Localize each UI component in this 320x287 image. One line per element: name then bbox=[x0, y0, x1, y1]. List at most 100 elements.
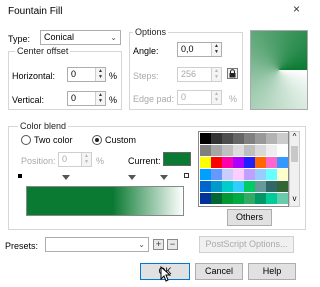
palette-swatch[interactable] bbox=[244, 193, 255, 204]
vertical-spinbox[interactable]: 0 ▲ ▼ bbox=[67, 91, 106, 106]
position-spinbox[interactable]: 0 ▲ ▼ bbox=[58, 152, 92, 167]
palette-swatch[interactable] bbox=[266, 133, 277, 144]
palette-swatch[interactable] bbox=[255, 193, 266, 204]
close-icon[interactable]: × bbox=[293, 3, 300, 15]
palette-swatch[interactable] bbox=[244, 157, 255, 168]
palette-swatch[interactable] bbox=[255, 169, 266, 180]
type-dropdown[interactable]: Conical ⌄ bbox=[40, 30, 121, 45]
palette-swatch[interactable] bbox=[200, 145, 211, 156]
lock-icon[interactable] bbox=[227, 68, 238, 79]
palette-swatch[interactable] bbox=[266, 181, 277, 192]
current-label: Current: bbox=[128, 156, 161, 166]
position-label: Position: bbox=[21, 156, 56, 166]
color-blend-legend: Color blend bbox=[18, 121, 69, 131]
spin-arrows-icon[interactable]: ▲ ▼ bbox=[95, 92, 105, 105]
spin-arrows-icon[interactable]: ▲ ▼ bbox=[211, 43, 221, 56]
start-marker[interactable] bbox=[18, 174, 22, 178]
two-color-label[interactable]: Two color bbox=[34, 135, 73, 145]
palette-swatch[interactable] bbox=[233, 145, 244, 156]
angle-spinbox[interactable]: 0,0 ▲ ▼ bbox=[177, 42, 222, 57]
spin-arrows-icon[interactable]: ▲ ▼ bbox=[211, 68, 221, 81]
palette-swatch[interactable] bbox=[255, 157, 266, 168]
vertical-unit: % bbox=[109, 95, 118, 105]
palette-swatch[interactable] bbox=[200, 193, 211, 204]
palette-swatch[interactable] bbox=[277, 181, 288, 192]
palette-swatch[interactable] bbox=[211, 193, 222, 204]
two-color-radio[interactable] bbox=[21, 135, 31, 145]
palette-swatch[interactable] bbox=[255, 145, 266, 156]
palette-swatch[interactable] bbox=[200, 133, 211, 144]
palette-swatch[interactable] bbox=[244, 169, 255, 180]
scroll-thumb[interactable] bbox=[291, 146, 298, 162]
custom-label[interactable]: Custom bbox=[105, 135, 136, 145]
horizontal-spinbox[interactable]: 0 ▲ ▼ bbox=[67, 67, 106, 82]
scroll-up-icon[interactable]: ^ bbox=[290, 132, 299, 142]
edge-pad-spinbox[interactable]: 0 ▲ ▼ bbox=[177, 90, 222, 105]
palette-swatch[interactable] bbox=[233, 181, 244, 192]
palette-swatch[interactable] bbox=[233, 133, 244, 144]
palette-swatch[interactable] bbox=[255, 181, 266, 192]
palette-swatch[interactable] bbox=[222, 133, 233, 144]
palette-scrollbar[interactable]: ^ v bbox=[289, 131, 300, 207]
palette-swatch[interactable] bbox=[266, 193, 277, 204]
palette-swatch[interactable] bbox=[266, 157, 277, 168]
palette-swatch[interactable] bbox=[233, 169, 244, 180]
chevron-down-icon: ⌄ bbox=[110, 33, 117, 42]
color-stop-marker[interactable] bbox=[62, 175, 70, 180]
palette-swatch[interactable] bbox=[233, 157, 244, 168]
scroll-down-icon[interactable]: v bbox=[290, 194, 299, 204]
add-preset-icon[interactable]: + bbox=[153, 239, 164, 250]
type-label: Type: bbox=[8, 34, 31, 44]
edge-pad-label: Edge pad: bbox=[133, 94, 175, 104]
palette-swatch[interactable] bbox=[200, 169, 211, 180]
palette-swatch[interactable] bbox=[222, 181, 233, 192]
position-unit: % bbox=[96, 156, 105, 166]
color-stop-marker[interactable] bbox=[128, 175, 136, 180]
angle-label: Angle: bbox=[133, 46, 159, 56]
chevron-down-icon: ⌄ bbox=[138, 240, 145, 249]
spin-arrows-icon[interactable]: ▲ ▼ bbox=[95, 68, 105, 81]
vertical-value: 0 bbox=[71, 93, 77, 103]
palette-swatch[interactable] bbox=[277, 193, 288, 204]
help-button[interactable]: Help bbox=[248, 263, 296, 280]
palette-swatch[interactable] bbox=[211, 169, 222, 180]
gradient-ramp[interactable] bbox=[26, 186, 184, 216]
palette-swatch[interactable] bbox=[244, 133, 255, 144]
spin-arrows-icon[interactable]: ▲ ▼ bbox=[81, 153, 91, 166]
horizontal-label: Horizontal: bbox=[12, 71, 56, 81]
custom-radio[interactable] bbox=[92, 135, 102, 145]
palette-swatch[interactable] bbox=[233, 193, 244, 204]
palette-swatch[interactable] bbox=[266, 145, 277, 156]
palette-swatch[interactable] bbox=[277, 133, 288, 144]
palette-swatch[interactable] bbox=[200, 181, 211, 192]
palette-swatch[interactable] bbox=[222, 169, 233, 180]
palette-swatch[interactable] bbox=[211, 133, 222, 144]
presets-dropdown[interactable]: ⌄ bbox=[45, 237, 149, 252]
steps-spinbox[interactable]: 256 ▲ ▼ bbox=[177, 67, 222, 82]
palette-swatch[interactable] bbox=[200, 157, 211, 168]
color-stop-marker[interactable] bbox=[160, 175, 168, 180]
palette-swatch[interactable] bbox=[244, 181, 255, 192]
palette-swatch[interactable] bbox=[277, 145, 288, 156]
gradient-preview[interactable] bbox=[250, 30, 308, 110]
palette-swatch[interactable] bbox=[211, 145, 222, 156]
color-palette[interactable] bbox=[198, 131, 289, 207]
spin-arrows-icon[interactable]: ▲ ▼ bbox=[211, 91, 221, 104]
end-marker[interactable] bbox=[184, 173, 189, 178]
postscript-options-button[interactable]: PostScript Options... bbox=[199, 236, 294, 253]
palette-swatch[interactable] bbox=[222, 145, 233, 156]
remove-preset-icon[interactable]: − bbox=[167, 239, 178, 250]
palette-swatch[interactable] bbox=[277, 157, 288, 168]
palette-swatch[interactable] bbox=[222, 193, 233, 204]
cancel-button[interactable]: Cancel bbox=[195, 263, 243, 280]
type-value: Conical bbox=[44, 32, 75, 42]
palette-swatch[interactable] bbox=[266, 169, 277, 180]
palette-swatch[interactable] bbox=[244, 145, 255, 156]
palette-swatch[interactable] bbox=[211, 181, 222, 192]
palette-swatch[interactable] bbox=[255, 133, 266, 144]
palette-swatch[interactable] bbox=[277, 169, 288, 180]
palette-swatch[interactable] bbox=[222, 157, 233, 168]
others-button[interactable]: Others bbox=[227, 209, 272, 226]
current-color-swatch[interactable] bbox=[163, 152, 191, 166]
palette-swatch[interactable] bbox=[211, 157, 222, 168]
